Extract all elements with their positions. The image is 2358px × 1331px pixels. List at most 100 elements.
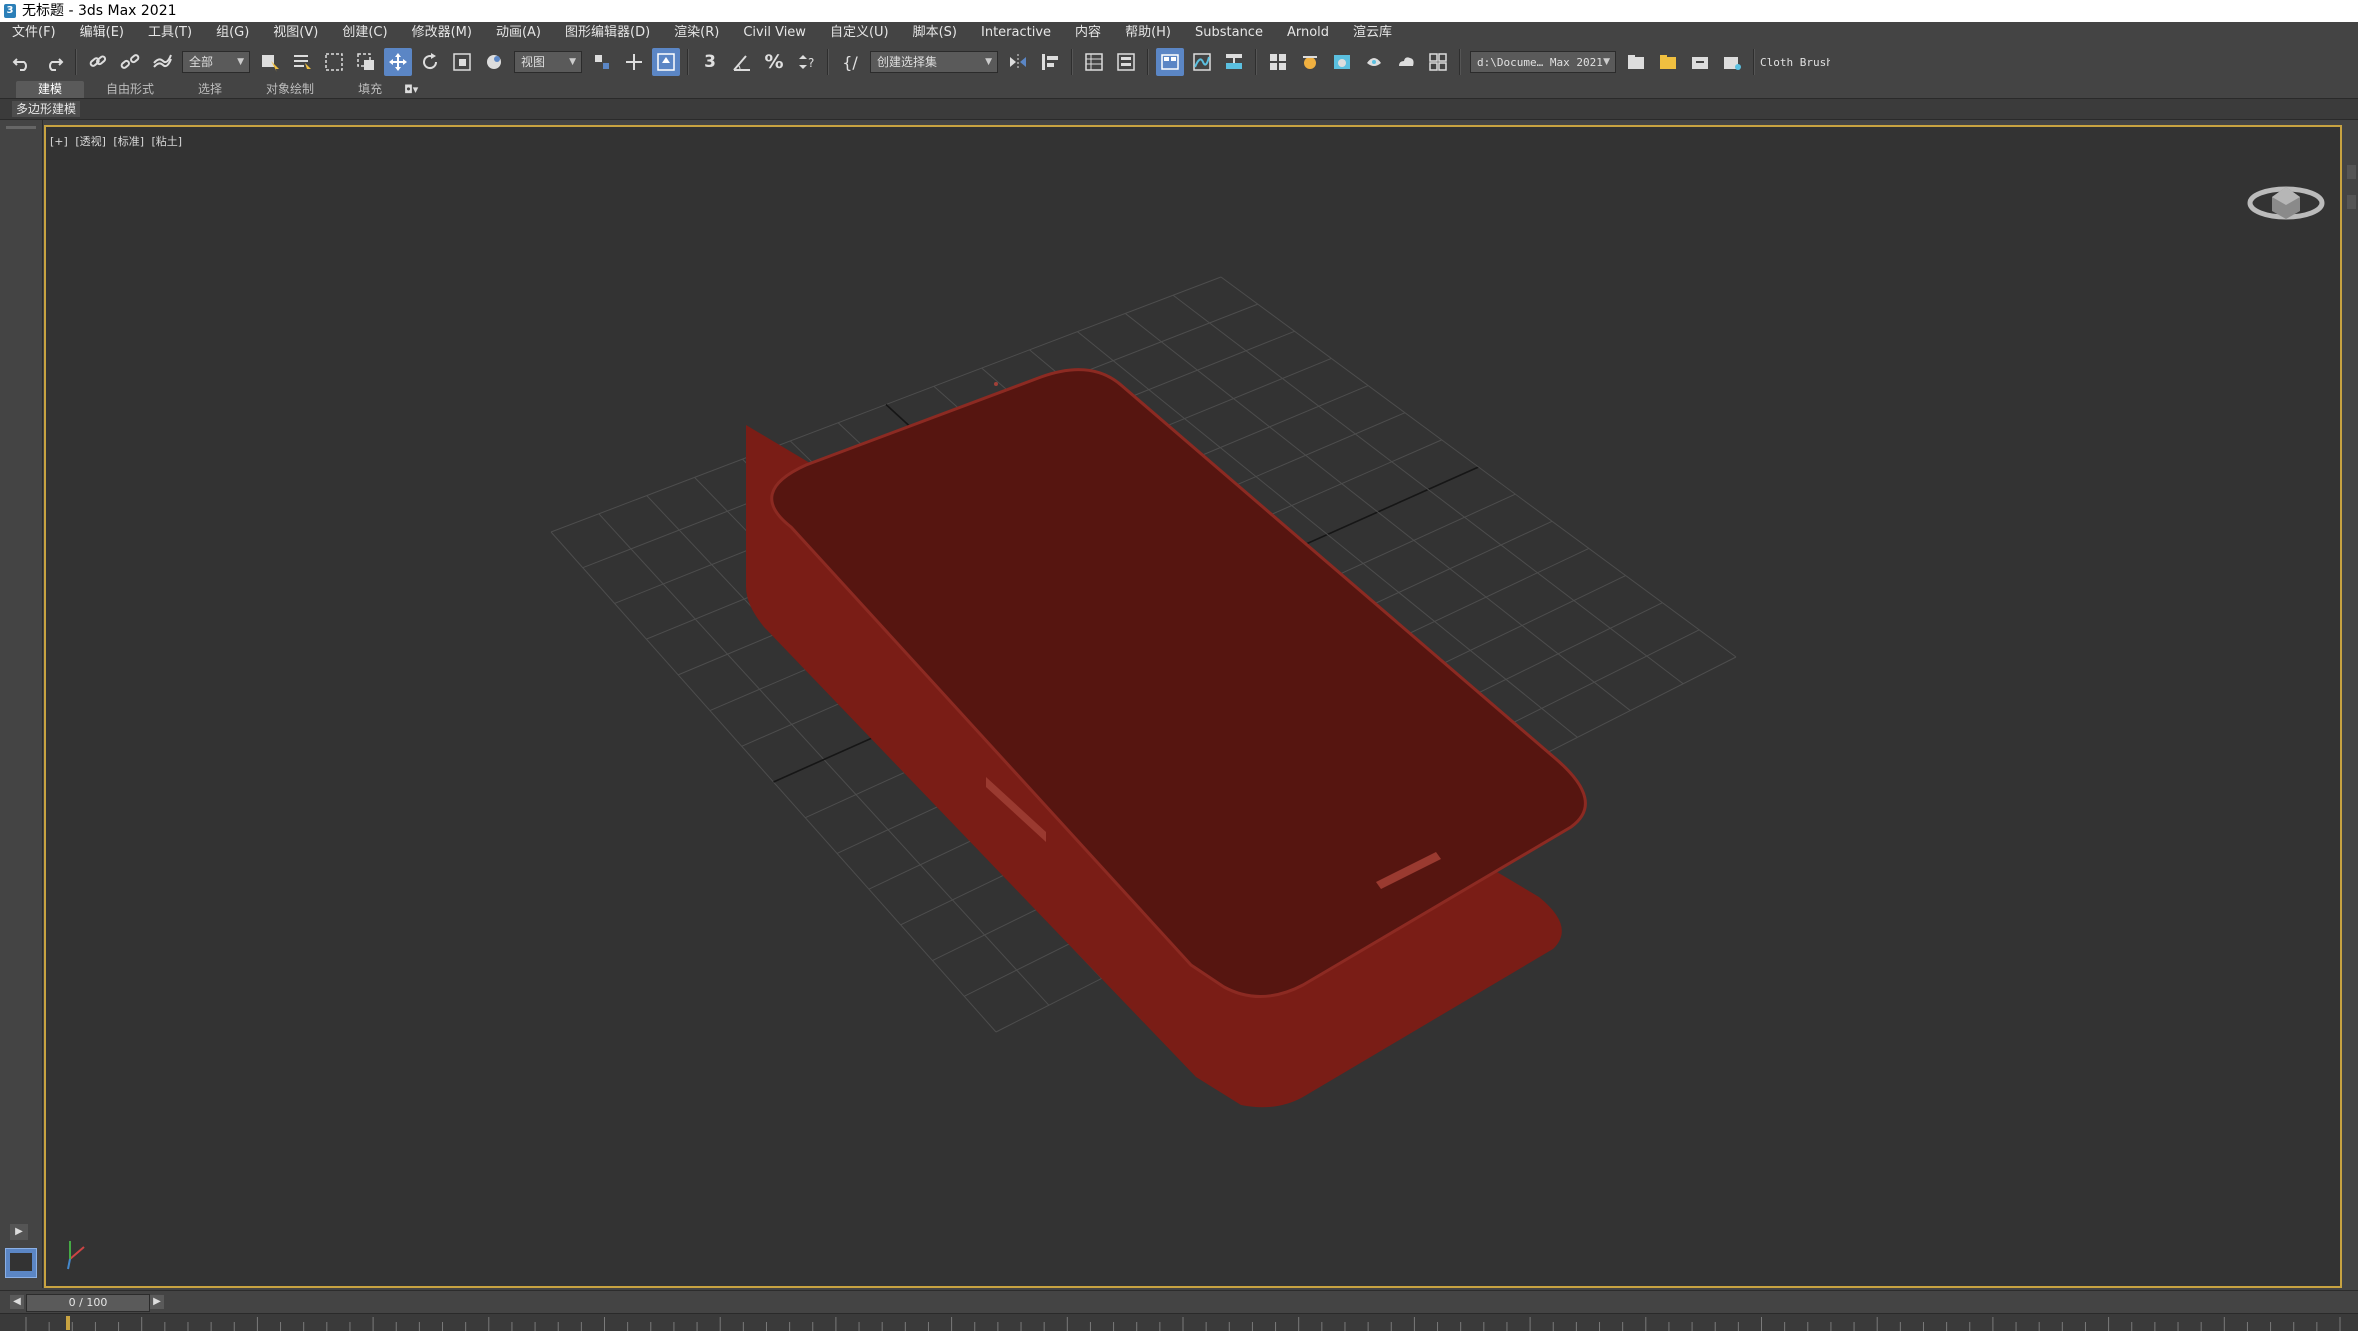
polygon-modeling-panel-label[interactable]: 多边形建模	[12, 101, 81, 117]
select-and-place-icon[interactable]	[480, 48, 508, 76]
command-panel-tab[interactable]	[2347, 165, 2356, 179]
curve-editor-icon[interactable]	[1188, 48, 1216, 76]
snaps-toggle-icon[interactable]: 3	[696, 48, 724, 76]
menu-rendering[interactable]: 渲染(R)	[662, 22, 731, 44]
toolbar-separator	[827, 49, 829, 75]
tab-object-paint[interactable]: 对象绘制	[244, 81, 336, 98]
percent-snap-icon[interactable]: %	[760, 48, 788, 76]
set-project-folder-icon[interactable]	[1622, 48, 1650, 76]
chevron-down-icon: ▼	[569, 57, 576, 67]
menu-interactive[interactable]: Interactive	[969, 22, 1063, 44]
menu-content[interactable]: 内容	[1063, 22, 1113, 44]
menu-civil-view[interactable]: Civil View	[731, 22, 818, 44]
render-setup-icon[interactable]	[1296, 48, 1324, 76]
menu-scripting[interactable]: 脚本(S)	[901, 22, 969, 44]
time-slider-thumb[interactable]: 0 / 100	[26, 1294, 150, 1312]
menu-tools[interactable]: 工具(T)	[136, 22, 204, 44]
project-settings-icon[interactable]	[1718, 48, 1746, 76]
spinner-snap-icon[interactable]: ?	[792, 48, 820, 76]
ribbon-options-icon[interactable]: ◘▾	[404, 81, 424, 98]
menu-create[interactable]: 创建(C)	[330, 22, 399, 44]
select-and-move-icon[interactable]	[384, 48, 412, 76]
window-crossing-icon[interactable]	[352, 48, 380, 76]
command-panel-collapsed	[2345, 120, 2358, 1288]
menu-substance[interactable]: Substance	[1183, 22, 1275, 44]
project-path: d:\Docume… Max 2021	[1477, 56, 1603, 69]
layer-explorer-icon[interactable]	[1112, 48, 1140, 76]
rectangular-selection-region-icon[interactable]	[320, 48, 348, 76]
align-icon[interactable]	[1036, 48, 1064, 76]
menu-edit[interactable]: 编辑(E)	[68, 22, 136, 44]
use-pivot-point-center-icon[interactable]	[588, 48, 616, 76]
chevron-down-icon: ▼	[1603, 57, 1610, 67]
chevron-down-icon: ▼	[985, 57, 992, 67]
tab-populate[interactable]: 填充	[336, 81, 404, 98]
menu-help[interactable]: 帮助(H)	[1113, 22, 1183, 44]
track-bar-ticks	[25, 1316, 2341, 1331]
unlink-selection-icon[interactable]	[116, 48, 144, 76]
tab-freeform[interactable]: 自由形式	[84, 81, 176, 98]
tab-modeling[interactable]: 建模	[16, 81, 85, 98]
select-and-scale-icon[interactable]	[448, 48, 476, 76]
render-in-cloud-icon[interactable]	[1392, 48, 1420, 76]
toolbar-separator	[1071, 49, 1073, 75]
open-project-folder-icon[interactable]	[1654, 48, 1682, 76]
menu-views[interactable]: 视图(V)	[261, 22, 330, 44]
perspective-viewport[interactable]: [+] [透视] [标准] [粘土]	[44, 125, 2342, 1288]
menu-render-cloud-library[interactable]: 渲云库	[1341, 22, 1404, 44]
schematic-view-icon[interactable]	[1220, 48, 1248, 76]
named-selection-dropdown[interactable]: 创建选择集 ▼	[870, 51, 998, 73]
selection-filter-dropdown[interactable]: 全部 ▼	[182, 51, 250, 73]
select-object-icon[interactable]	[256, 48, 284, 76]
time-slider[interactable]: ◀ 0 / 100 ▶	[0, 1290, 2358, 1313]
select-and-link-icon[interactable]	[84, 48, 112, 76]
select-by-name-icon[interactable]	[288, 48, 316, 76]
phone-camera-dot	[994, 382, 998, 386]
toolbar-separator	[75, 49, 77, 75]
project-folder-dropdown[interactable]: d:\Docume… Max 2021 ▼	[1470, 51, 1616, 73]
menu-graph-editors[interactable]: 图形编辑器(D)	[553, 22, 662, 44]
material-editor-icon[interactable]	[1264, 48, 1292, 76]
main-toolbar: 全部 ▼ 视图 ▼ 3 % ? {/ 创建选择集 ▼ d:\Docume… Ma…	[0, 44, 2358, 80]
chevron-down-icon: ▼	[237, 57, 244, 67]
tab-selection[interactable]: 选择	[176, 81, 244, 98]
title-bar: 3 无标题 - 3ds Max 2021	[0, 0, 2358, 22]
ribbon-tabs: 建模 自由形式 选择 对象绘制 填充 ◘▾	[0, 80, 2358, 98]
strip-drag-handle[interactable]	[6, 126, 36, 129]
angle-snap-icon[interactable]	[728, 48, 756, 76]
chevron-left-icon[interactable]: ◀	[10, 1295, 24, 1309]
menu-customize[interactable]: 自定义(U)	[818, 22, 901, 44]
snap-value: 3	[704, 52, 716, 72]
redo-icon[interactable]	[40, 48, 68, 76]
select-and-rotate-icon[interactable]	[416, 48, 444, 76]
keyboard-shortcut-override-icon[interactable]	[652, 48, 680, 76]
toggle-ribbon-icon[interactable]	[1156, 48, 1184, 76]
menu-arnold[interactable]: Arnold	[1275, 22, 1341, 44]
chevron-right-icon[interactable]: ▶	[150, 1295, 164, 1309]
menu-file[interactable]: 文件(F)	[0, 22, 68, 44]
viewport-layout-tabs: ▶	[0, 120, 43, 1288]
project-archive-icon[interactable]	[1686, 48, 1714, 76]
track-bar[interactable]	[0, 1313, 2358, 1331]
render-production-icon[interactable]	[1360, 48, 1388, 76]
bind-to-space-warp-icon[interactable]	[148, 48, 176, 76]
undo-icon[interactable]	[8, 48, 36, 76]
viewport-layout-thumbnail[interactable]	[5, 1248, 37, 1278]
menu-modifiers[interactable]: 修改器(M)	[400, 22, 484, 44]
expand-layout-tabs-icon[interactable]: ▶	[10, 1224, 28, 1240]
command-panel-tab[interactable]	[2347, 195, 2356, 209]
menu-animation[interactable]: 动画(A)	[484, 22, 553, 44]
cloth-brush-label[interactable]: Cloth Brush	[1760, 56, 1830, 69]
scene-explorer-icon[interactable]	[1080, 48, 1108, 76]
rendered-frame-window-icon[interactable]	[1328, 48, 1356, 76]
reference-coordinate-dropdown[interactable]: 视图 ▼	[514, 51, 582, 73]
viewport-layout-icon[interactable]	[1424, 48, 1452, 76]
menu-group[interactable]: 组(G)	[204, 22, 261, 44]
3ds-max-app-icon[interactable]: 3	[4, 4, 16, 18]
edit-named-selection-icon[interactable]: {/	[836, 48, 864, 76]
axis-tripod-icon	[67, 1241, 85, 1270]
menu-bar: 文件(F) 编辑(E) 工具(T) 组(G) 视图(V) 创建(C) 修改器(M…	[0, 22, 2358, 44]
viewcube-icon[interactable]	[2247, 186, 2325, 220]
mirror-icon[interactable]	[1004, 48, 1032, 76]
select-manipulate-icon[interactable]	[620, 48, 648, 76]
